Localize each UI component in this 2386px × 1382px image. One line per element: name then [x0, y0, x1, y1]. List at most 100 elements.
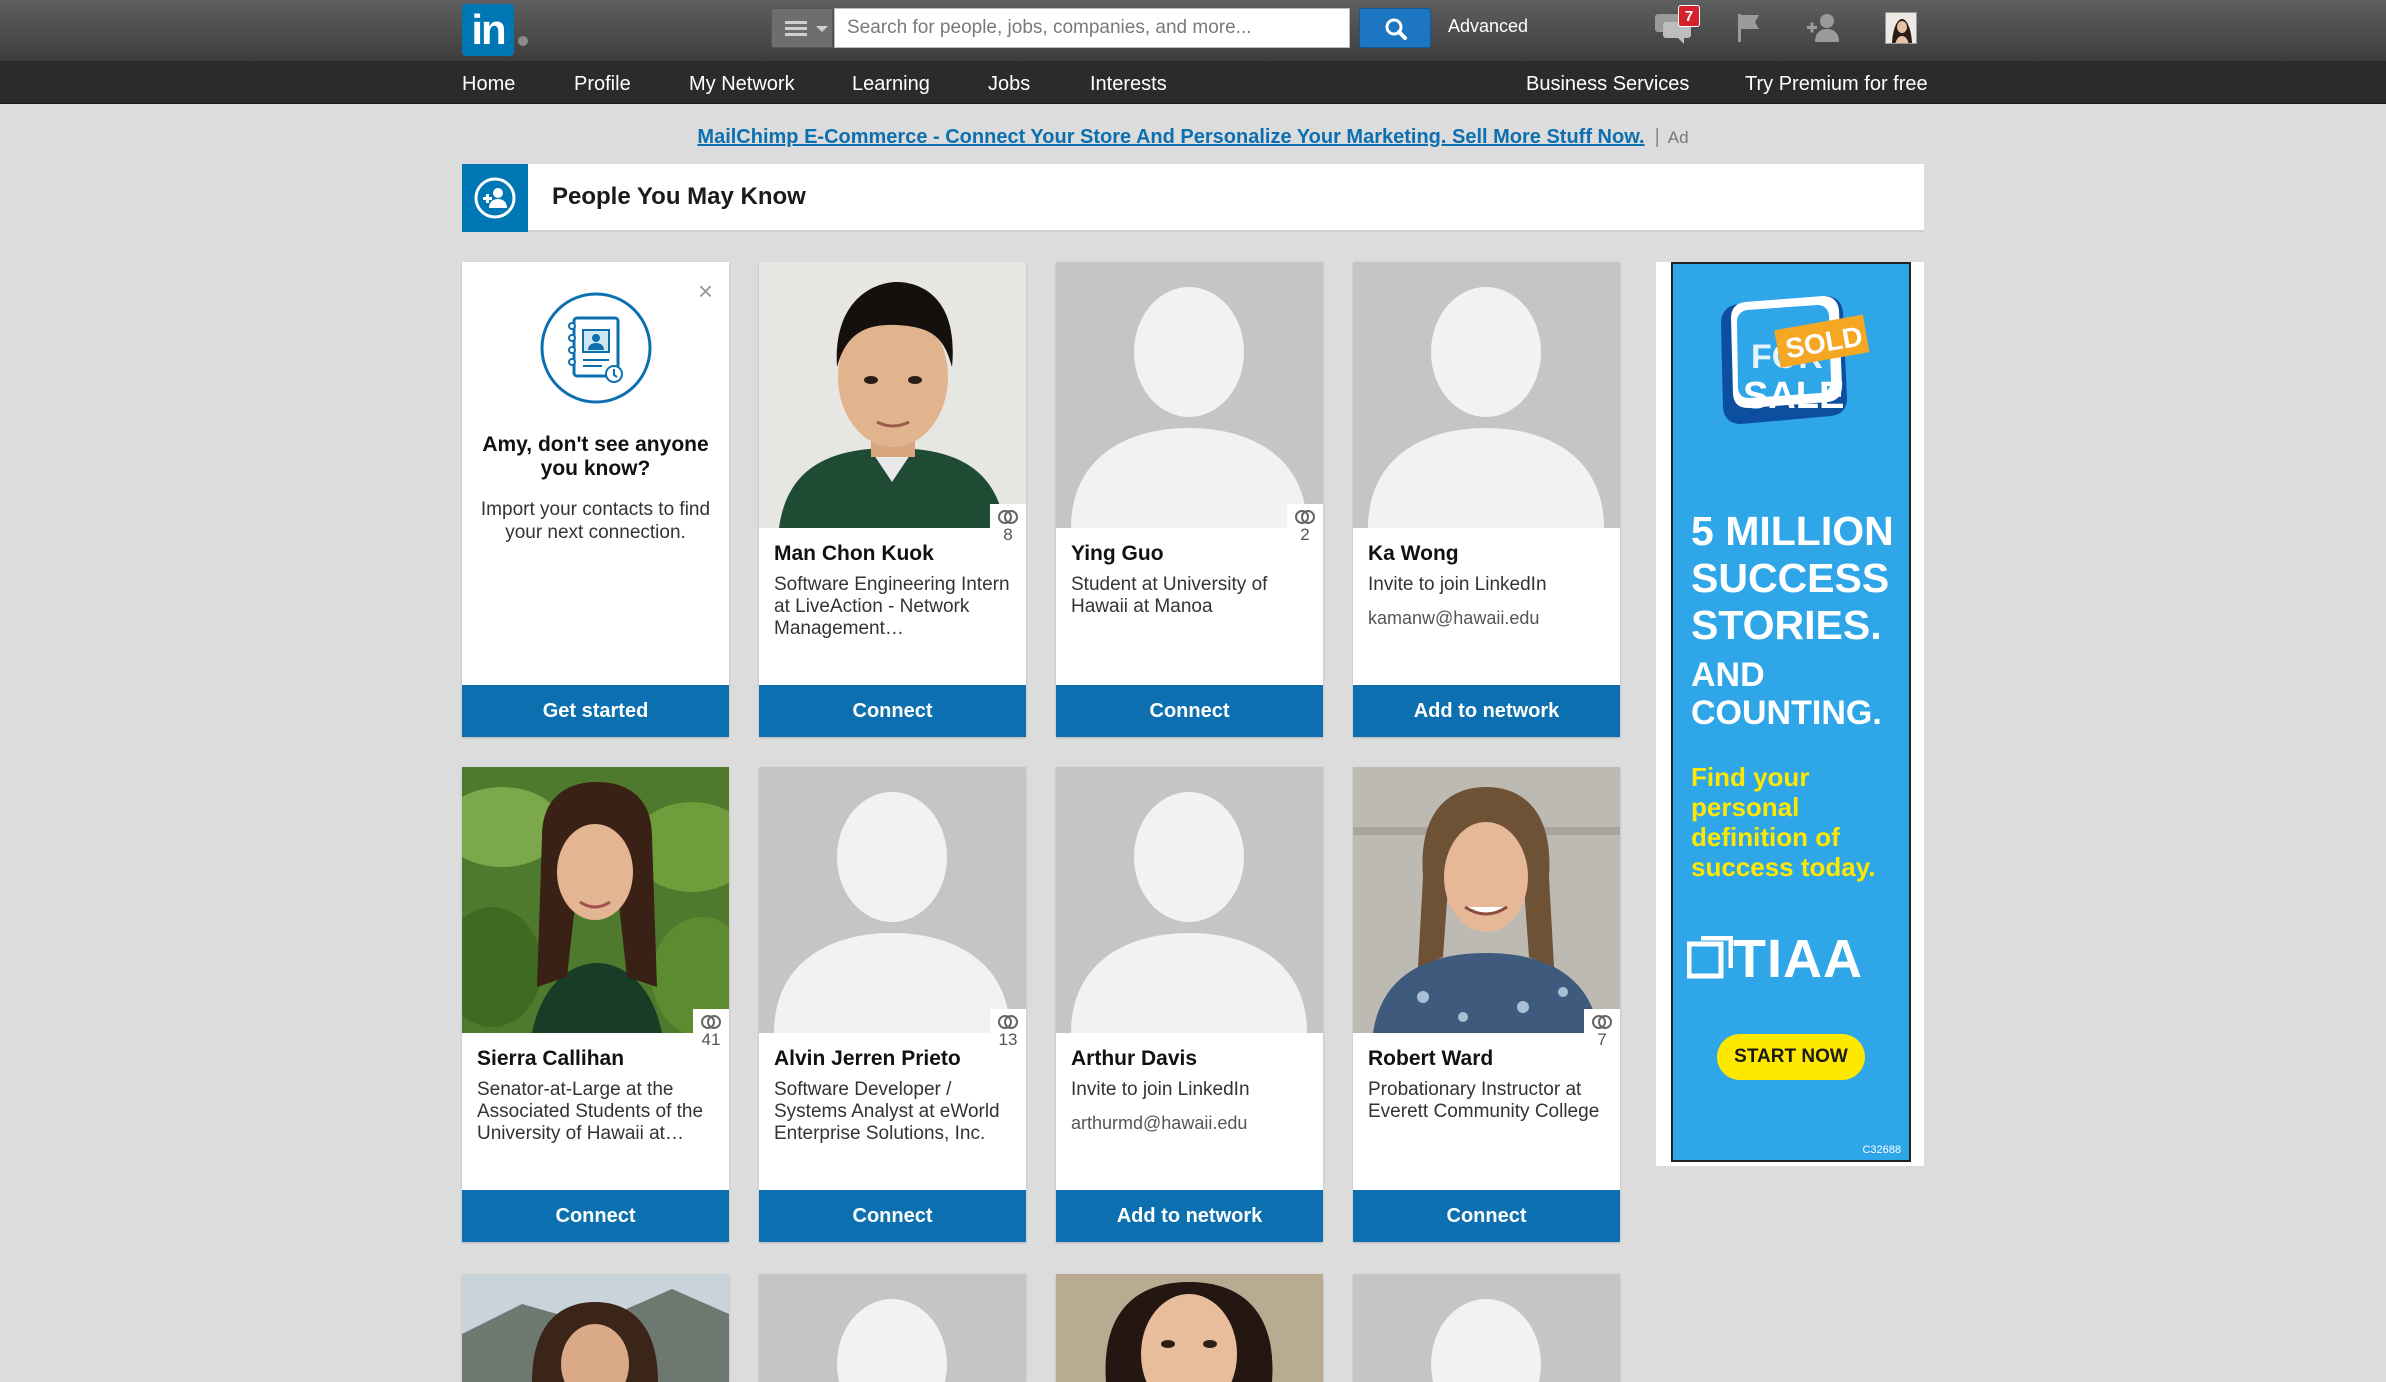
default-avatar-icon	[759, 767, 1026, 1033]
person-headline: Probationary Instructor at Everett Commu…	[1368, 1079, 1600, 1122]
top-header: in Advanced 7	[0, 0, 2386, 61]
linkedin-logo[interactable]: in	[462, 4, 514, 56]
person-name[interactable]: Alvin Jerren Prieto	[774, 1047, 961, 1071]
notification-count-badge: 7	[1678, 5, 1700, 27]
person-card[interactable]	[1056, 1274, 1323, 1382]
default-avatar-icon	[1353, 262, 1620, 528]
nav-home[interactable]: Home	[462, 73, 515, 96]
shared-connections[interactable]: 8	[990, 504, 1026, 554]
text-ad-banner: MailChimp E-Commerce - Connect Your Stor…	[0, 126, 2386, 149]
import-title: Amy, don't see anyone you know?	[482, 433, 709, 480]
nav-try-premium[interactable]: Try Premium for free	[1745, 73, 1928, 96]
shared-count: 41	[701, 1030, 721, 1049]
ad-headline: 5 MILLION SUCCESS STORIES.	[1691, 508, 1894, 648]
nav-jobs[interactable]: Jobs	[988, 73, 1030, 96]
profile-photo[interactable]	[759, 262, 1026, 528]
profile-photo[interactable]	[1353, 1274, 1620, 1382]
text-ad-link[interactable]: MailChimp E-Commerce - Connect Your Stor…	[697, 126, 1644, 148]
default-avatar-icon	[1056, 767, 1323, 1033]
person-card[interactable]: 41 Sierra Callihan Senator-at-Large at t…	[462, 767, 729, 1242]
shared-connections-icon	[998, 510, 1018, 524]
import-contacts-card: × Amy, don't see anyone you know? Import…	[462, 262, 729, 737]
tiaa-ad-creative[interactable]: FOR SALE SOLD 5 MILLION SUCCESS STORIES.…	[1671, 262, 1911, 1162]
connect-button[interactable]: Connect	[462, 1190, 729, 1242]
shared-connections[interactable]: 2	[1287, 504, 1323, 554]
person-card[interactable]: 2 Ying Guo Student at University of Hawa…	[1056, 262, 1323, 737]
woman-mountain-photo	[462, 1274, 729, 1382]
advanced-search-link[interactable]: Advanced	[1448, 16, 1528, 37]
logo-registered-dot	[518, 36, 528, 46]
nav-business-services[interactable]: Business Services	[1526, 73, 1689, 96]
profile-photo[interactable]	[1056, 262, 1323, 528]
add-to-network-button[interactable]: Add to network	[1056, 1190, 1323, 1242]
shared-connections-icon	[1592, 1015, 1612, 1029]
person-card[interactable]: 7 Robert Ward Probationary Instructor at…	[1353, 767, 1620, 1242]
notifications-button[interactable]	[1726, 8, 1770, 48]
add-connections-button[interactable]	[1803, 8, 1847, 48]
shared-count: 13	[998, 1030, 1018, 1049]
profile-photo[interactable]	[1353, 262, 1620, 528]
person-card[interactable]: Arthur Davis Invite to join LinkedIn art…	[1056, 767, 1323, 1242]
flag-icon	[1738, 14, 1759, 42]
man-longhair-photo	[1353, 767, 1620, 1033]
connect-button[interactable]: Connect	[1353, 1190, 1620, 1242]
profile-photo[interactable]	[759, 1274, 1026, 1382]
shared-connections[interactable]: 13	[990, 1009, 1026, 1059]
person-card[interactable]	[462, 1274, 729, 1382]
close-icon[interactable]: ×	[698, 276, 713, 307]
person-headline: Software Developer / Systems Analyst at …	[774, 1079, 1000, 1144]
search-button[interactable]	[1359, 8, 1431, 48]
nav-learning[interactable]: Learning	[852, 73, 930, 96]
person-name[interactable]: Ying Guo	[1071, 542, 1164, 566]
ad-code: C32688	[1862, 1144, 1901, 1156]
user-photo-icon	[1886, 13, 1916, 43]
person-name[interactable]: Ka Wong	[1368, 542, 1459, 566]
woman-selfie-photo	[1056, 1274, 1323, 1382]
profile-photo[interactable]	[1353, 767, 1620, 1033]
start-now-button[interactable]: START NOW	[1717, 1034, 1865, 1080]
person-name[interactable]: Robert Ward	[1368, 1047, 1493, 1071]
connect-button[interactable]: Connect	[1056, 685, 1323, 737]
person-card[interactable]: Ka Wong Invite to join LinkedIn kamanw@h…	[1353, 262, 1620, 737]
default-avatar-icon	[759, 1274, 1026, 1382]
person-card[interactable]	[1353, 1274, 1620, 1382]
svg-text:SALE: SALE	[1743, 375, 1844, 417]
nav-my-network[interactable]: My Network	[689, 73, 795, 96]
shared-connections[interactable]: 41	[693, 1009, 729, 1059]
connect-button[interactable]: Connect	[759, 685, 1026, 737]
profile-photo[interactable]	[759, 767, 1026, 1033]
profile-photo[interactable]	[1056, 1274, 1323, 1382]
nav-interests[interactable]: Interests	[1090, 73, 1167, 96]
shared-connections[interactable]: 7	[1584, 1009, 1620, 1059]
user-avatar[interactable]	[1885, 12, 1917, 44]
search-category-dropdown[interactable]	[771, 8, 833, 48]
person-headline: Student at University of Hawaii at Manoa	[1071, 574, 1268, 617]
shared-connections-icon	[1295, 510, 1315, 524]
person-card[interactable]	[759, 1274, 1026, 1382]
ad-tagline: Find your personal definition of success…	[1691, 762, 1876, 882]
person-card[interactable]: 8 Man Chon Kuok Software Engineering Int…	[759, 262, 1026, 737]
add-to-network-button[interactable]: Add to network	[1353, 685, 1620, 737]
person-headline: Senator-at-Large at the Associated Stude…	[477, 1079, 704, 1144]
profile-photo[interactable]	[462, 1274, 729, 1382]
person-name[interactable]: Man Chon Kuok	[774, 542, 934, 566]
connect-button[interactable]: Connect	[759, 1190, 1026, 1242]
add-person-icon	[1807, 14, 1839, 42]
main-nav: Home Profile My Network Learning Jobs In…	[0, 61, 2386, 104]
person-card[interactable]: 13 Alvin Jerren Prieto Software Develope…	[759, 767, 1026, 1242]
default-avatar-icon	[1056, 262, 1323, 528]
page-title: People You May Know	[552, 183, 806, 210]
shared-connections-icon	[998, 1015, 1018, 1029]
shared-connections-icon	[701, 1015, 721, 1029]
get-started-button[interactable]: Get started	[462, 685, 729, 737]
import-description: Import your contacts to find your next c…	[480, 499, 711, 543]
ad-brand: TIAA	[1733, 929, 1863, 989]
person-name[interactable]: Arthur Davis	[1071, 1047, 1197, 1071]
profile-photo[interactable]	[1056, 767, 1323, 1033]
nav-profile[interactable]: Profile	[574, 73, 631, 96]
young-man-photo	[759, 262, 1026, 528]
profile-photo[interactable]	[462, 767, 729, 1033]
person-name[interactable]: Sierra Callihan	[477, 1047, 624, 1071]
display-ad[interactable]: FOR SALE SOLD 5 MILLION SUCCESS STORIES.…	[1656, 262, 1924, 1166]
search-input[interactable]	[834, 8, 1350, 48]
